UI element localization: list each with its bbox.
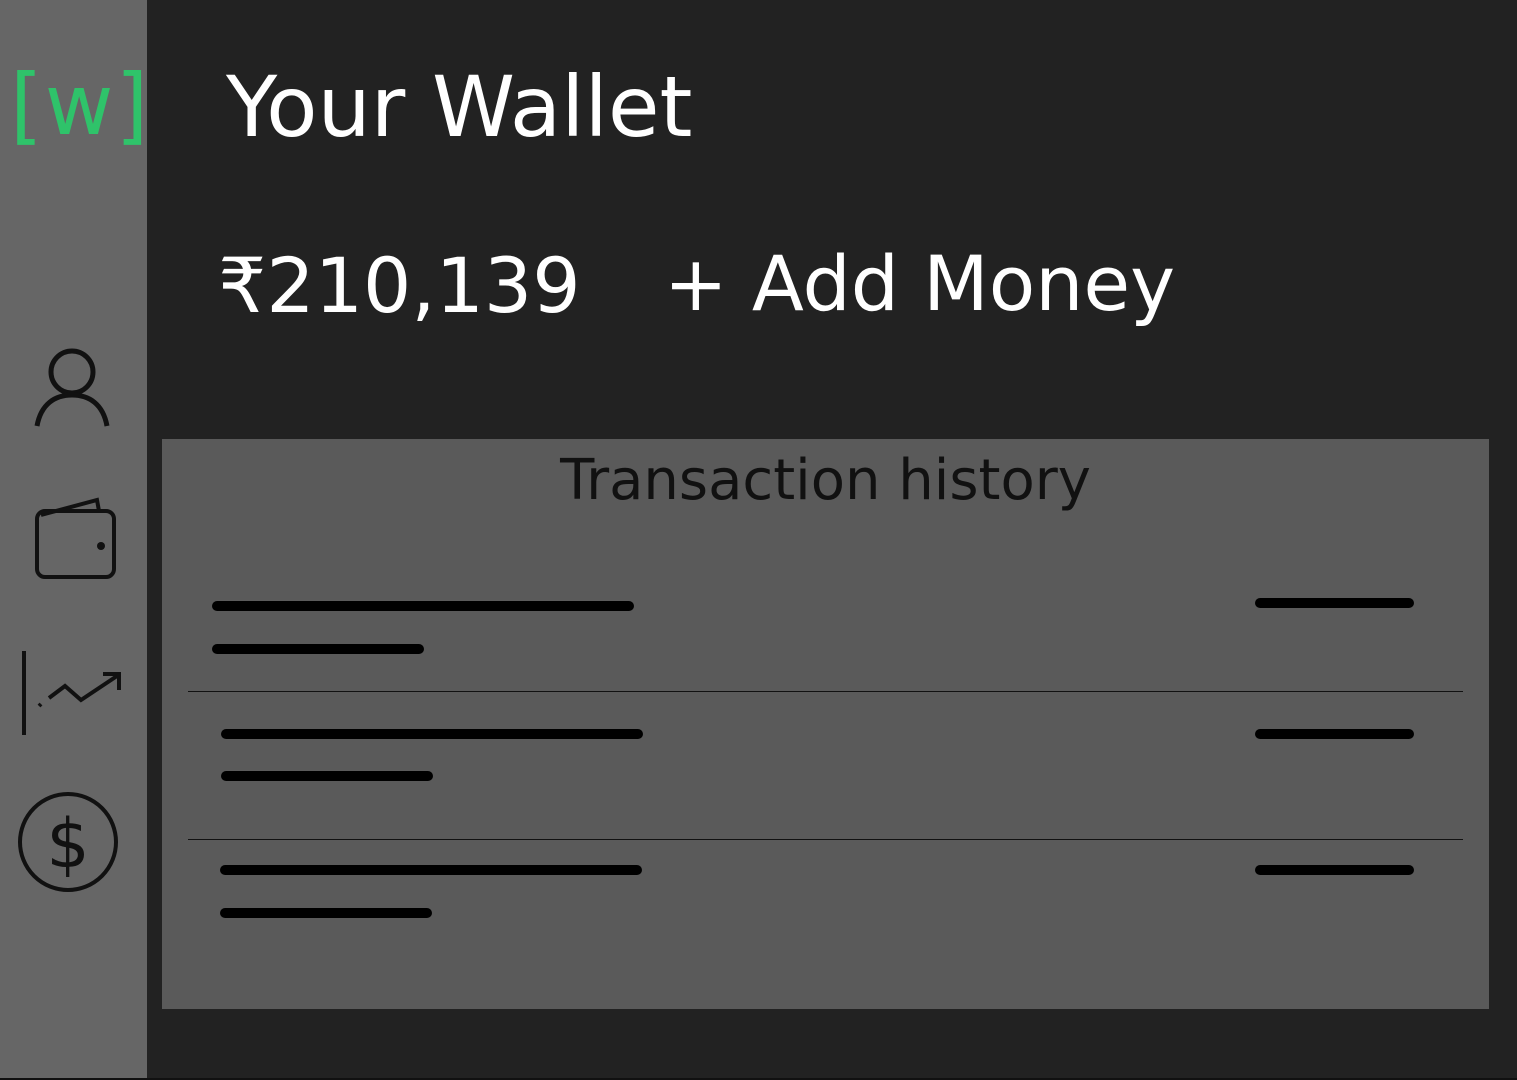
transaction-row[interactable] — [162, 589, 1489, 689]
wallet-balance: ₹210,139 — [218, 241, 581, 330]
transaction-row[interactable] — [162, 855, 1489, 955]
transaction-subtitle-placeholder — [220, 908, 432, 918]
user-icon[interactable] — [33, 346, 111, 428]
transaction-subtitle-placeholder — [212, 644, 424, 654]
transaction-history-title: Transaction history — [560, 448, 1091, 513]
transaction-title-placeholder — [221, 729, 643, 739]
transaction-row[interactable] — [162, 719, 1489, 819]
transaction-title-placeholder — [220, 865, 642, 875]
add-money-button[interactable]: + Add Money — [664, 230, 1175, 338]
dollar-icon[interactable]: $ — [16, 790, 120, 894]
transaction-amount-placeholder — [1255, 865, 1414, 875]
transaction-amount-placeholder — [1255, 598, 1414, 608]
transaction-amount-placeholder — [1255, 729, 1414, 739]
wallet-app: [w] $ Your Wallet ₹210,139 + Add Money T… — [0, 0, 1517, 1080]
row-divider — [188, 839, 1463, 840]
page-title: Your Wallet — [226, 58, 693, 156]
sidebar: [w] $ — [0, 0, 151, 1078]
wallet-icon[interactable] — [35, 497, 117, 581]
transaction-subtitle-placeholder — [221, 771, 433, 781]
app-logo: [w] — [10, 56, 151, 154]
transaction-history-panel: Transaction history — [162, 439, 1489, 1009]
row-divider — [188, 691, 1463, 692]
svg-text:$: $ — [46, 805, 89, 884]
chart-trend-icon[interactable] — [19, 648, 125, 738]
transaction-title-placeholder — [212, 601, 634, 611]
